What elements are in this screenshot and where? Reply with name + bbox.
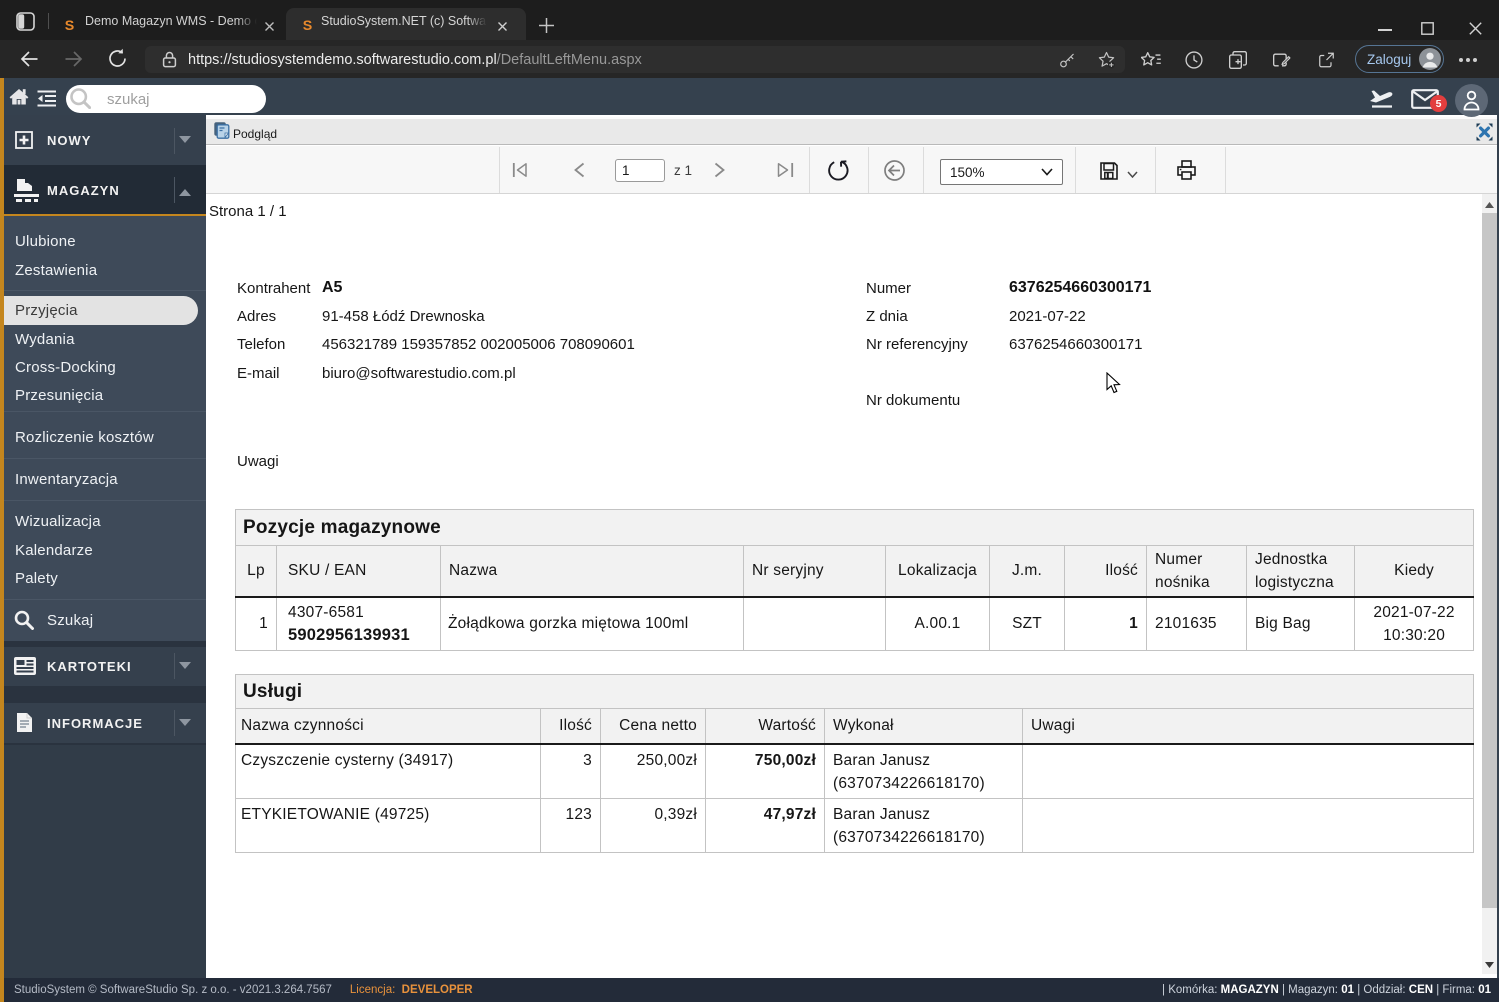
svg-text:S: S [303, 18, 313, 33]
svg-text:S: S [65, 18, 75, 33]
